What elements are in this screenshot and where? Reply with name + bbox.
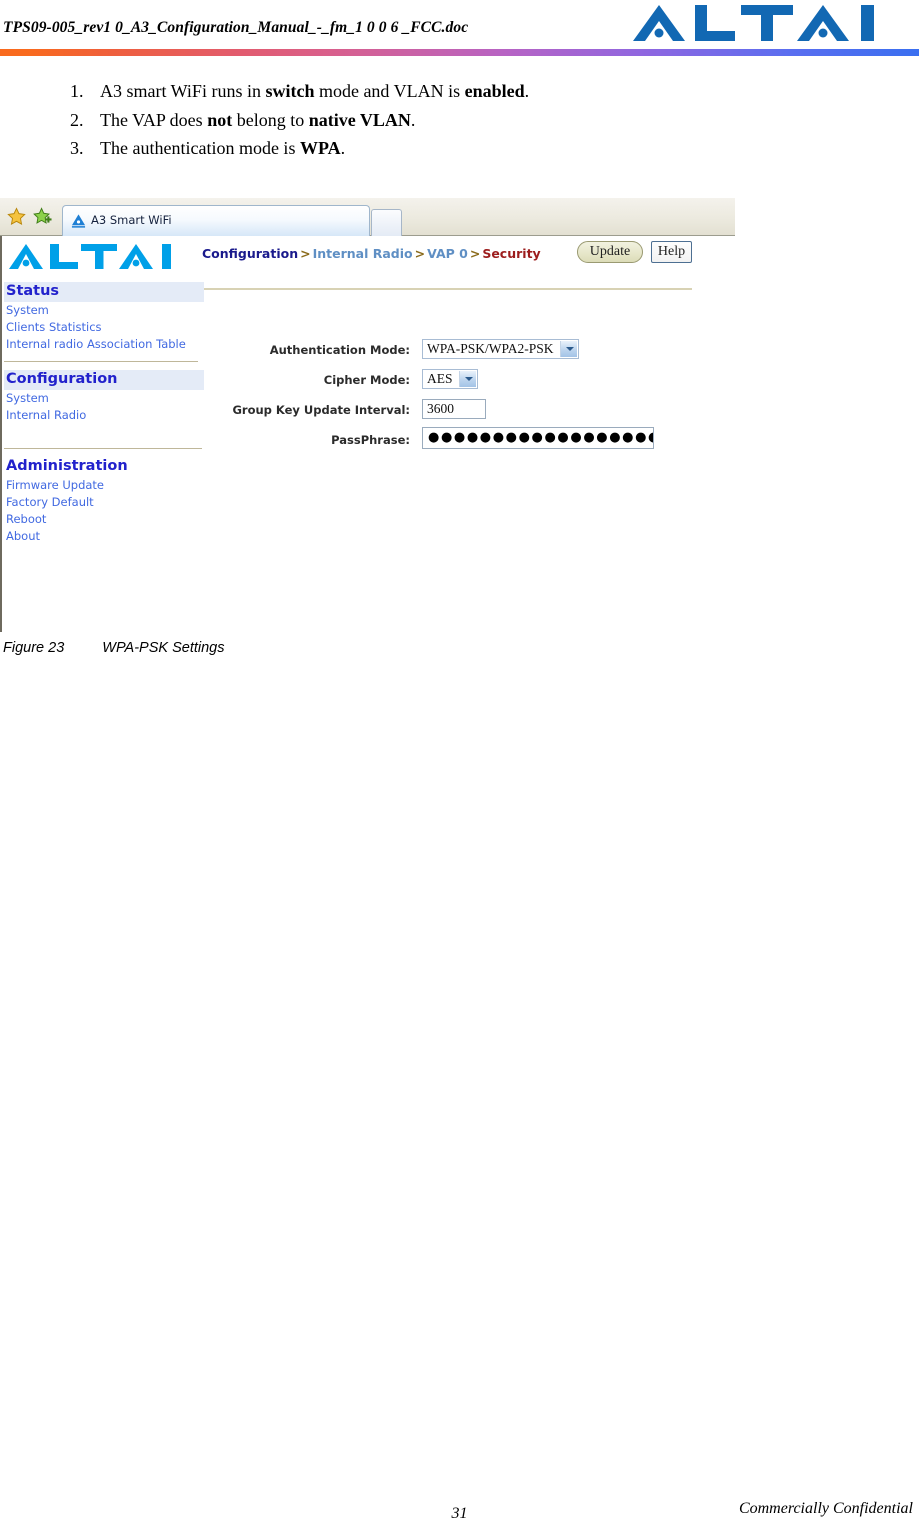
breadcrumb-separator-2: > [414,246,426,261]
sidebar-item-firmware-update[interactable]: Firmware Update [4,477,204,494]
select-authentication-mode[interactable]: WPA-PSK/WPA2-PSK [422,339,579,359]
star-plus-icon[interactable] [33,207,52,226]
select-value: AES [427,371,453,386]
condition-item: 3. The authentication mode is WPA. [60,137,760,160]
condition-text: A3 smart WiFi runs in switch mode and VL… [100,81,530,101]
help-button[interactable]: Help [651,241,692,263]
sidebar-heading-configuration: Configuration [4,370,204,390]
footer-confidentiality-notice: Commercially Confidential [738,1500,913,1517]
sidebar-heading-status: Status [4,282,204,302]
condition-number: 1. [70,81,84,101]
sidebar-divider [4,448,202,449]
header-gradient-rule [0,49,919,56]
label-authentication-mode: Authentication Mode: [269,343,410,357]
conditions-list: 1. A3 smart WiFi runs in switch mode and … [60,80,760,166]
label-passphrase: PassPhrase: [331,433,410,447]
document-header: TPS09-005_rev1 0_A3_Configuration_Manual… [0,0,919,60]
sidebar-item-about[interactable]: About [4,528,204,545]
sidebar-heading-administration: Administration [6,458,128,474]
condition-item: 1. A3 smart WiFi runs in switch mode and … [60,80,760,103]
browser-tab-a3-smart-wifi[interactable]: A3 Smart WiFi [62,205,370,236]
altai-logo-header [633,5,874,41]
security-settings-form: Authentication Mode: WPA-PSK/WPA2-PSK Ciph… [214,339,714,461]
sidebar-item-system[interactable]: System [4,302,204,319]
breadcrumb: Configuration > Internal Radio > VAP 0 > Secur… [202,246,541,261]
condition-number: 3. [70,138,84,158]
chevron-down-icon[interactable] [459,371,476,387]
content-divider [204,288,692,290]
form-row: PassPhrase: ●●●●●●●●●●●●●●●●●●●●●●● [214,427,714,461]
form-row: Authentication Mode: WPA-PSK/WPA2-PSK [214,339,714,371]
condition-number: 2. [70,109,84,130]
select-value: WPA-PSK/WPA2-PSK [427,341,554,356]
sidebar-item-internal-radio[interactable]: Internal Radio [4,407,204,424]
chevron-down-icon[interactable] [560,341,577,357]
sidebar-divider [4,361,198,362]
input-passphrase[interactable]: ●●●●●●●●●●●●●●●●●●●●●●● [422,427,654,449]
update-button[interactable]: Update [577,241,643,263]
figure-caption: Figure 23 WPA-PSK Settings [3,640,224,656]
altai-logo-page [9,244,171,269]
sidebar-item-clients-statistics[interactable]: Clients Statistics [4,319,204,336]
breadcrumb-internal-radio[interactable]: Internal Radio [313,246,413,261]
condition-item: 2. The VAP does not belong to native VLAN… [60,109,760,132]
sidebar-item-factory-default[interactable]: Factory Default [4,494,204,511]
new-tab-button[interactable] [371,209,402,236]
condition-text: The authentication mode is WPA. [100,138,346,158]
sidebar-item-system[interactable]: System [4,390,204,407]
sidebar-item-internal-radio-association-table[interactable]: Internal radio Association Table [4,336,204,353]
figure-title: WPA-PSK Settings [102,640,225,656]
input-group-key-update-interval[interactable]: 3600 [422,399,486,419]
form-row: Cipher Mode: AES [214,369,714,401]
label-group-key-update-interval: Group Key Update Interval: [232,403,410,417]
breadcrumb-separator-3: > [469,246,481,261]
breadcrumb-vap-0[interactable]: VAP 0 [427,246,468,261]
breadcrumb-configuration[interactable]: Configuration [202,246,298,261]
star-icon[interactable] [7,207,26,226]
figure-number: Figure 23 [3,640,65,656]
altai-triangle-icon [71,214,86,228]
label-cipher-mode: Cipher Mode: [323,373,410,387]
web-page-viewport: Configuration > Internal Radio > VAP 0 > Secur… [0,236,735,632]
select-cipher-mode[interactable]: AES [422,369,478,389]
sidebar-item-reboot[interactable]: Reboot [4,511,204,528]
breadcrumb-separator-1: > [300,246,311,261]
condition-text: The VAP does not belong to native VLAN. [100,109,416,130]
browser-tab-title: A3 Smart WiFi [91,213,172,227]
breadcrumb-security: Security [482,246,541,261]
document-filename: TPS09-005_rev1 0_A3_Configuration_Manual… [3,19,469,36]
browser-window-screenshot: A3 Smart WiFi Configuration > Internal Rad… [0,198,735,632]
sidebar-navigation: Status System Clients Statistics Internal r… [4,282,204,545]
browser-tab-strip: A3 Smart WiFi [0,198,735,236]
